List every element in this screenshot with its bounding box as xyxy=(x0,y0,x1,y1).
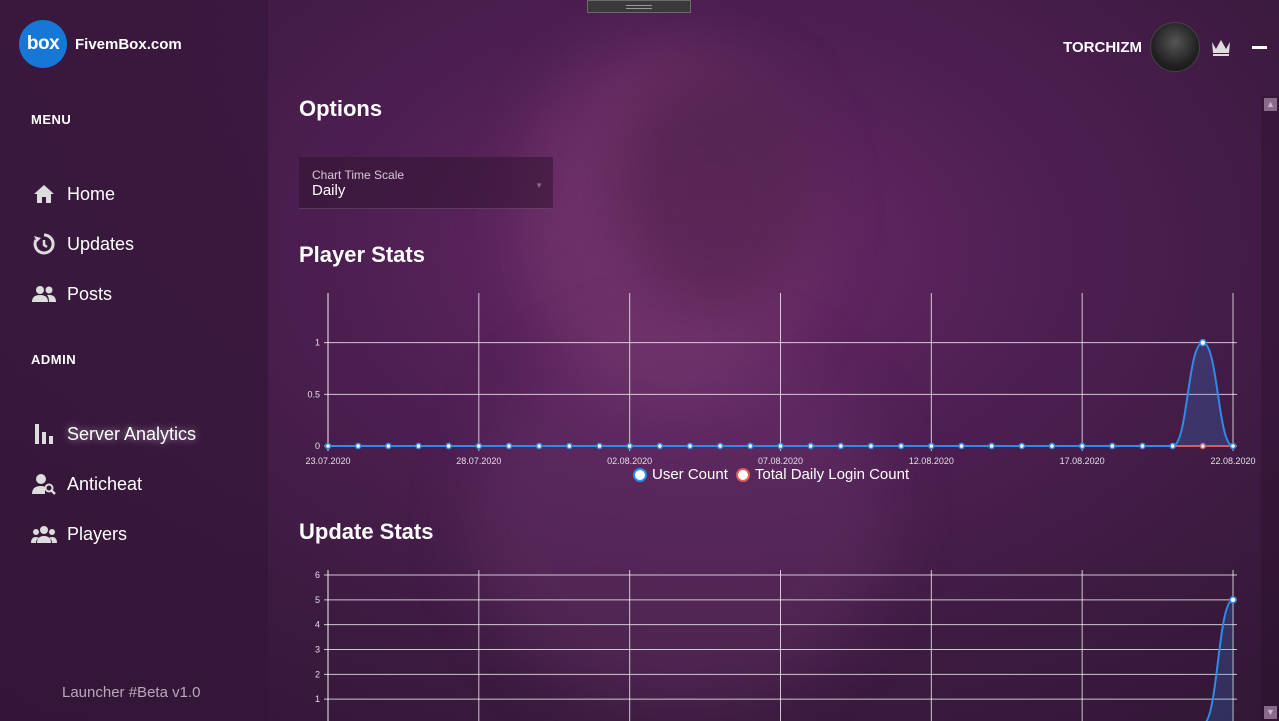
data-point[interactable] xyxy=(656,442,664,450)
data-point[interactable] xyxy=(354,442,362,450)
logo-badge: box xyxy=(19,20,67,68)
data-point[interactable] xyxy=(897,442,905,450)
data-point[interactable] xyxy=(1199,338,1207,347)
updates-icon xyxy=(31,231,57,257)
y-tick-label: 1 xyxy=(315,694,320,704)
sidebar-item-home[interactable]: Home xyxy=(31,181,115,207)
select-value: Daily xyxy=(312,182,346,199)
posts-icon xyxy=(31,281,57,307)
sidebar-item-server-analytics[interactable]: Server Analytics xyxy=(31,421,196,447)
data-point[interactable] xyxy=(807,442,814,450)
sidebar-item-posts[interactable]: Posts xyxy=(31,281,112,307)
data-point[interactable] xyxy=(626,442,633,450)
player-stats-title: Player Stats xyxy=(299,242,425,267)
y-tick-label: 6 xyxy=(315,570,320,580)
legend-item-user-count[interactable]: User Count xyxy=(633,466,728,483)
y-tick-label: 5 xyxy=(315,595,320,605)
sidebar: box FivemBox.com MENU Home Updates Posts… xyxy=(0,0,268,721)
sidebar-item-anticheat[interactable]: Anticheat xyxy=(31,471,142,497)
update-stats-title: Update Stats xyxy=(299,519,434,544)
scroll-up-button[interactable]: ▲ xyxy=(1264,98,1277,111)
legend-swatch xyxy=(633,467,647,482)
chevron-down-icon: ▼ xyxy=(535,181,543,190)
chart-time-scale-select[interactable]: Chart Time Scale Daily ▼ xyxy=(299,157,553,209)
launcher-version: Launcher #Beta v1.0 xyxy=(62,684,201,701)
data-point[interactable] xyxy=(1139,442,1146,450)
data-point[interactable] xyxy=(837,442,845,450)
sidebar-item-label: Anticheat xyxy=(67,473,143,494)
data-point[interactable] xyxy=(445,442,452,450)
data-point[interactable] xyxy=(566,442,573,450)
y-tick-label: 0 xyxy=(315,441,320,451)
data-point[interactable] xyxy=(475,442,483,450)
data-point[interactable] xyxy=(958,442,965,450)
main-content: Options Chart Time Scale Daily ▼ Player … xyxy=(299,0,1259,721)
sidebar-item-label: Players xyxy=(67,523,128,544)
y-tick-label: 3 xyxy=(315,645,320,655)
data-point[interactable] xyxy=(1229,596,1237,604)
brand-name: FivemBox.com xyxy=(75,35,182,53)
data-point[interactable] xyxy=(505,442,513,450)
data-point[interactable] xyxy=(385,442,392,450)
chart-legend: User Count Total Daily Login Count xyxy=(633,466,917,483)
data-point[interactable] xyxy=(928,442,935,450)
data-point[interactable] xyxy=(535,442,543,450)
data-point[interactable] xyxy=(988,442,995,450)
sidebar-item-label: Server Analytics xyxy=(67,423,197,444)
x-tick-label: 28.07.2020 xyxy=(456,456,501,466)
scrollbar[interactable]: ▲ ▼ xyxy=(1261,96,1279,721)
legend-item-login-count[interactable]: Total Daily Login Count xyxy=(735,466,910,483)
options-title: Options xyxy=(299,96,383,121)
legend-label: User Count xyxy=(652,466,728,483)
user-search-icon xyxy=(31,471,57,497)
data-point[interactable] xyxy=(1048,442,1056,450)
x-tick-label: 12.08.2020 xyxy=(909,456,954,466)
data-point[interactable] xyxy=(415,442,422,450)
sidebar-item-label: Home xyxy=(67,183,116,204)
data-point[interactable] xyxy=(777,442,784,450)
sidebar-item-players[interactable]: Players xyxy=(31,521,127,547)
y-tick-label: 1 xyxy=(315,338,320,348)
data-point[interactable] xyxy=(1109,442,1116,450)
x-tick-label: 17.08.2020 xyxy=(1060,456,1105,466)
update-stats-chart: 1 2 3 4 5 6 xyxy=(315,570,1237,721)
player-stats-chart: 0 0.5 1 23.07.2020 28.07.2020 02.08.2020 07.08… xyxy=(305,293,1256,466)
data-point[interactable] xyxy=(1018,442,1026,450)
x-tick-label: 22.08.2020 xyxy=(1210,456,1255,466)
select-caption: Chart Time Scale xyxy=(312,168,405,182)
data-point[interactable] xyxy=(686,442,694,450)
y-tick-label: 2 xyxy=(315,669,320,679)
sidebar-item-label: Posts xyxy=(67,283,113,304)
sidebar-item-label: Updates xyxy=(67,233,135,254)
data-point[interactable] xyxy=(1169,442,1176,450)
y-tick-label: 0.5 xyxy=(307,389,320,399)
scroll-down-button[interactable]: ▼ xyxy=(1264,706,1277,719)
data-point[interactable] xyxy=(1229,442,1237,450)
sidebar-item-updates[interactable]: Updates xyxy=(31,231,134,257)
x-tick-label: 02.08.2020 xyxy=(607,456,652,466)
data-point[interactable] xyxy=(716,442,724,450)
data-point[interactable] xyxy=(867,442,875,450)
legend-label: Total Daily Login Count xyxy=(754,466,910,483)
data-point[interactable] xyxy=(324,442,332,450)
data-point[interactable] xyxy=(596,442,603,450)
y-tick-label: 4 xyxy=(315,620,320,630)
admin-section-title: ADMIN xyxy=(31,352,77,367)
data-point[interactable] xyxy=(747,442,754,450)
home-icon xyxy=(31,181,57,207)
bar-chart-icon xyxy=(31,421,57,447)
x-tick-label: 23.07.2020 xyxy=(305,456,350,466)
players-icon xyxy=(31,521,57,547)
legend-swatch xyxy=(735,467,750,482)
x-tick-label: 07.08.2020 xyxy=(758,456,803,466)
menu-section-title: MENU xyxy=(31,112,72,127)
data-point[interactable] xyxy=(1078,442,1086,450)
logo[interactable]: box FivemBox.com xyxy=(19,20,182,68)
